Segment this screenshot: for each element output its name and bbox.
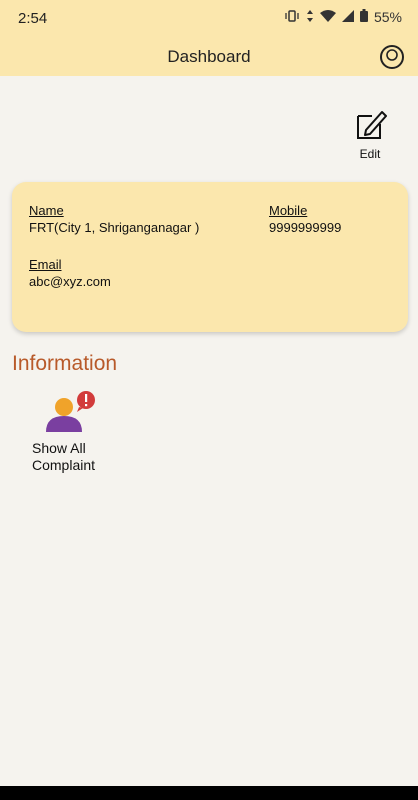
status-time: 2:54 <box>18 10 48 27</box>
edit-button[interactable]: Edit <box>350 108 390 161</box>
system-nav-bar <box>0 786 418 800</box>
signal-icon <box>341 9 354 25</box>
status-bar: 2:54 55% <box>0 0 418 38</box>
edit-label: Edit <box>359 147 381 161</box>
edit-icon <box>352 111 388 144</box>
name-value: FRT(City 1, Shriganganagar ) <box>29 220 200 235</box>
power-icon <box>385 48 399 67</box>
mobile-label: Mobile <box>269 203 308 218</box>
email-label: Email <box>29 257 62 272</box>
show-all-complaint-label: Show All Complaint <box>32 440 96 473</box>
wifi-icon <box>319 9 336 25</box>
information-title: Information <box>12 352 118 375</box>
page-title: Dashboard <box>167 47 251 66</box>
complaint-user-icon <box>44 390 100 434</box>
vibrate-icon <box>284 9 300 25</box>
logout-button[interactable] <box>380 45 404 69</box>
status-icons: 55% <box>284 9 402 25</box>
battery-percent: 55% <box>373 9 402 25</box>
name-label: Name <box>29 203 64 218</box>
mobile-value: 9999999999 <box>269 220 342 235</box>
data-arrows-icon <box>306 9 314 25</box>
profile-card: Name FRT(City 1, Shriganganagar ) Mobile… <box>12 182 408 332</box>
show-all-complaint-button[interactable]: Show All Complaint <box>30 390 140 480</box>
app-bar: Dashboard <box>0 38 418 76</box>
email-value: abc@xyz.com <box>29 274 111 289</box>
battery-icon <box>359 9 368 25</box>
